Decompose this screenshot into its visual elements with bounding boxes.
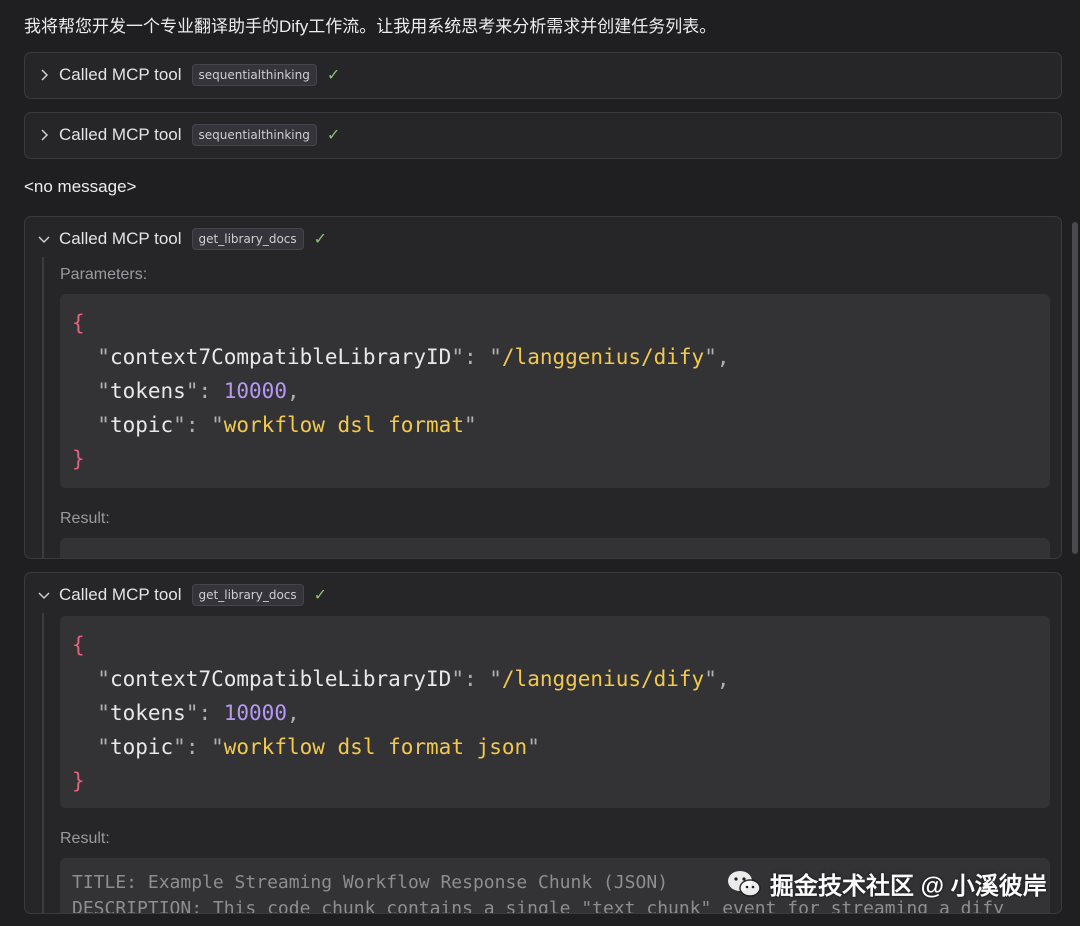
scrollbar[interactable] xyxy=(1072,222,1078,554)
tool-call-card-1: Called MCP tool sequentialthinking ✓ xyxy=(24,52,1062,99)
parameters-code-block: { "context7CompatibleLibraryID": "/langg… xyxy=(60,294,1050,488)
tool-name-badge: sequentialthinking xyxy=(191,124,317,146)
tool-call-header[interactable]: Called MCP tool get_library_docs ✓ xyxy=(25,573,1061,617)
chevron-down-icon[interactable] xyxy=(37,588,51,602)
no-message-text: <no message> xyxy=(24,177,137,196)
tool-call-label: Called MCP tool xyxy=(59,585,182,604)
tool-call-header[interactable]: Called MCP tool sequentialthinking ✓ xyxy=(25,113,1061,157)
assistant-message: 我将帮您开发一个专业翻译助手的Dify工作流。让我用系统思考来分析需求并创建任务… xyxy=(24,17,717,36)
tool-call-label: Called MCP tool xyxy=(59,229,182,248)
param-key: topic xyxy=(109,735,174,759)
indent-line xyxy=(42,257,44,558)
success-check-icon: ✓ xyxy=(326,67,341,84)
param-key: topic xyxy=(109,413,174,437)
result-label: Result: xyxy=(60,510,110,527)
tool-name-badge: get_library_docs xyxy=(191,228,304,250)
tool-call-header[interactable]: Called MCP tool get_library_docs ✓ xyxy=(25,217,1061,261)
chevron-right-icon[interactable] xyxy=(37,68,51,82)
indent-line xyxy=(42,613,44,913)
close-brace: } xyxy=(72,447,85,471)
chevron-down-icon[interactable] xyxy=(37,232,51,246)
result-block xyxy=(60,538,1050,558)
tool-name-badge: sequentialthinking xyxy=(191,64,317,86)
param-key: tokens xyxy=(109,379,186,403)
param-value: 10000 xyxy=(223,701,287,725)
tool-name-badge: get_library_docs xyxy=(191,584,304,606)
tool-call-header[interactable]: Called MCP tool sequentialthinking ✓ xyxy=(25,53,1061,97)
tool-call-label: Called MCP tool xyxy=(59,65,182,84)
param-key: context7CompatibleLibraryID xyxy=(109,345,452,369)
success-check-icon: ✓ xyxy=(313,587,328,604)
success-check-icon: ✓ xyxy=(326,127,341,144)
chevron-right-icon[interactable] xyxy=(37,128,51,142)
param-value: /langgenius/dify xyxy=(501,667,705,691)
param-value: 10000 xyxy=(223,379,287,403)
close-brace: } xyxy=(72,769,85,793)
param-value: workflow dsl format json xyxy=(223,735,528,759)
open-brace: { xyxy=(72,311,85,335)
parameters-label: Parameters: xyxy=(60,266,148,283)
tool-call-card-4: Called MCP tool get_library_docs ✓ { "co… xyxy=(24,572,1062,914)
tool-call-card-2: Called MCP tool sequentialthinking ✓ xyxy=(24,112,1062,159)
success-check-icon: ✓ xyxy=(313,231,328,248)
param-key: context7CompatibleLibraryID xyxy=(109,667,452,691)
result-label: Result: xyxy=(60,830,110,847)
tool-call-label: Called MCP tool xyxy=(59,125,182,144)
parameters-code-block: { "context7CompatibleLibraryID": "/langg… xyxy=(60,616,1050,808)
param-value: workflow dsl format xyxy=(223,413,464,437)
param-value: /langgenius/dify xyxy=(501,345,705,369)
tool-call-card-3: Called MCP tool get_library_docs ✓ Param… xyxy=(24,216,1062,559)
watermark-text: 掘金技术社区 @ 小溪彼岸 xyxy=(770,873,1047,900)
wechat-icon xyxy=(726,869,762,899)
watermark: 掘金技术社区 @ 小溪彼岸 xyxy=(726,866,1047,901)
open-brace: { xyxy=(72,633,85,657)
param-key: tokens xyxy=(109,701,186,725)
